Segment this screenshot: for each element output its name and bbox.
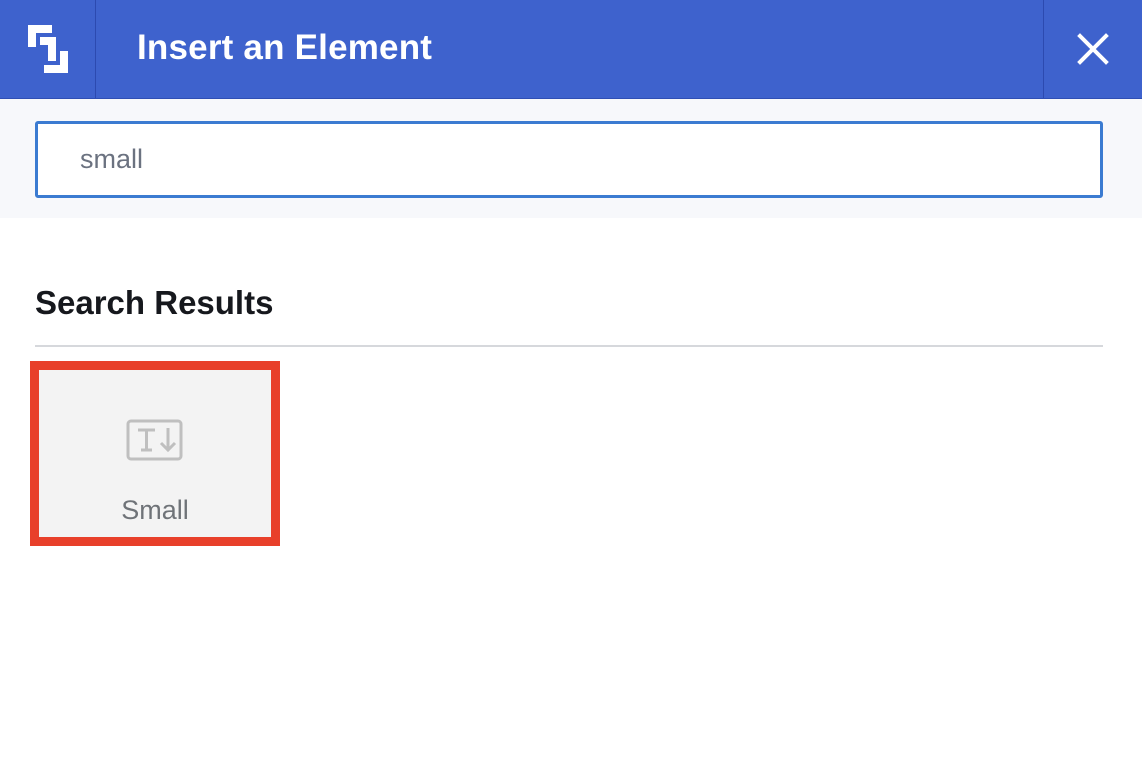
close-icon [1077,33,1109,65]
result-item-label: Small [121,495,189,525]
search-input[interactable] [35,121,1103,198]
dialog-header: Insert an Element [0,0,1142,99]
close-button[interactable] [1043,0,1142,98]
search-bar [0,99,1142,218]
logo [0,0,96,98]
divider [35,345,1103,347]
result-item-small[interactable]: Small [30,361,280,546]
builder-logo-icon [27,25,68,73]
search-results-heading: Search Results [35,284,274,321]
dialog-title: Insert an Element [137,28,433,67]
text-small-icon [126,419,183,461]
